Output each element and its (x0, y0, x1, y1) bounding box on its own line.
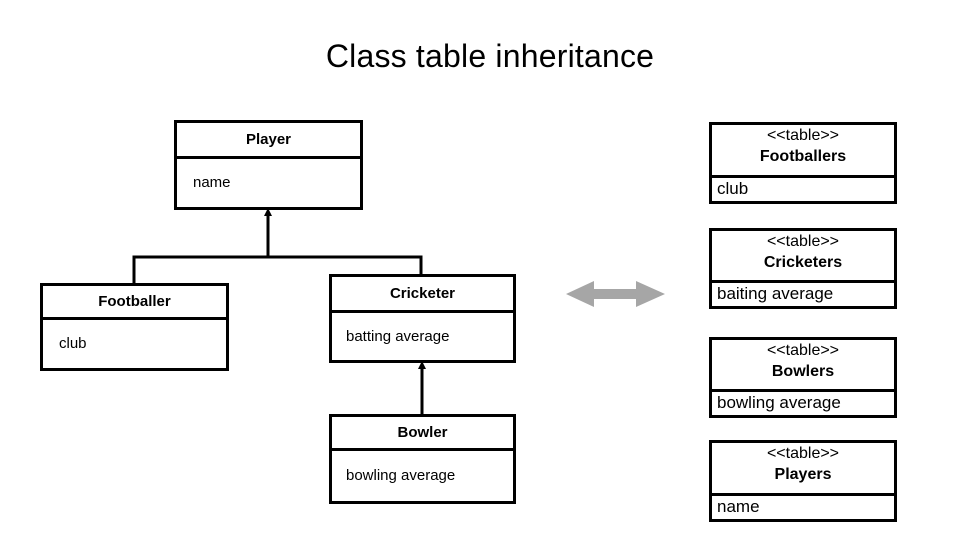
table-header: <<table>> Bowlers (712, 340, 894, 392)
table-header: <<table>> Footballers (712, 125, 894, 178)
table-footballers: <<table>> Footballers club (709, 122, 897, 204)
table-stereotype: <<table>> (766, 127, 840, 144)
table-stereotype: <<table>> (766, 445, 840, 462)
table-stereotype: <<table>> (766, 342, 840, 359)
table-name: Footballers (759, 148, 847, 165)
table-column: bowling average (717, 393, 841, 412)
table-header: <<table>> Cricketers (712, 231, 894, 283)
table-header: <<table>> Players (712, 443, 894, 496)
table-cricketers: <<table>> Cricketers baiting average (709, 228, 897, 309)
class-footballer-name: Footballer (43, 286, 226, 320)
class-player-attribute: name (193, 174, 231, 191)
class-bowler: Bowler bowling average (329, 414, 516, 504)
table-name: Cricketers (763, 254, 843, 271)
table-column: club (717, 179, 749, 198)
table-bowlers: <<table>> Bowlers bowling average (709, 337, 897, 418)
class-player: Player name (174, 120, 363, 210)
table-column: baiting average (717, 284, 834, 303)
class-player-name: Player (177, 123, 360, 159)
table-players: <<table>> Players name (709, 440, 897, 522)
class-footballer-attribute: club (59, 335, 87, 352)
table-name: Bowlers (771, 363, 835, 380)
class-bowler-attribute: bowling average (346, 467, 456, 484)
class-cricketer: Cricketer batting average (329, 274, 516, 363)
table-name: Players (774, 466, 832, 483)
double-headed-arrow-icon (566, 281, 665, 307)
table-stereotype: <<table>> (766, 233, 840, 250)
class-cricketer-name: Cricketer (332, 277, 513, 313)
class-cricketer-attribute: batting average (346, 328, 450, 345)
table-column: name (717, 497, 760, 516)
class-footballer: Footballer club (40, 283, 229, 371)
class-bowler-name: Bowler (332, 417, 513, 451)
